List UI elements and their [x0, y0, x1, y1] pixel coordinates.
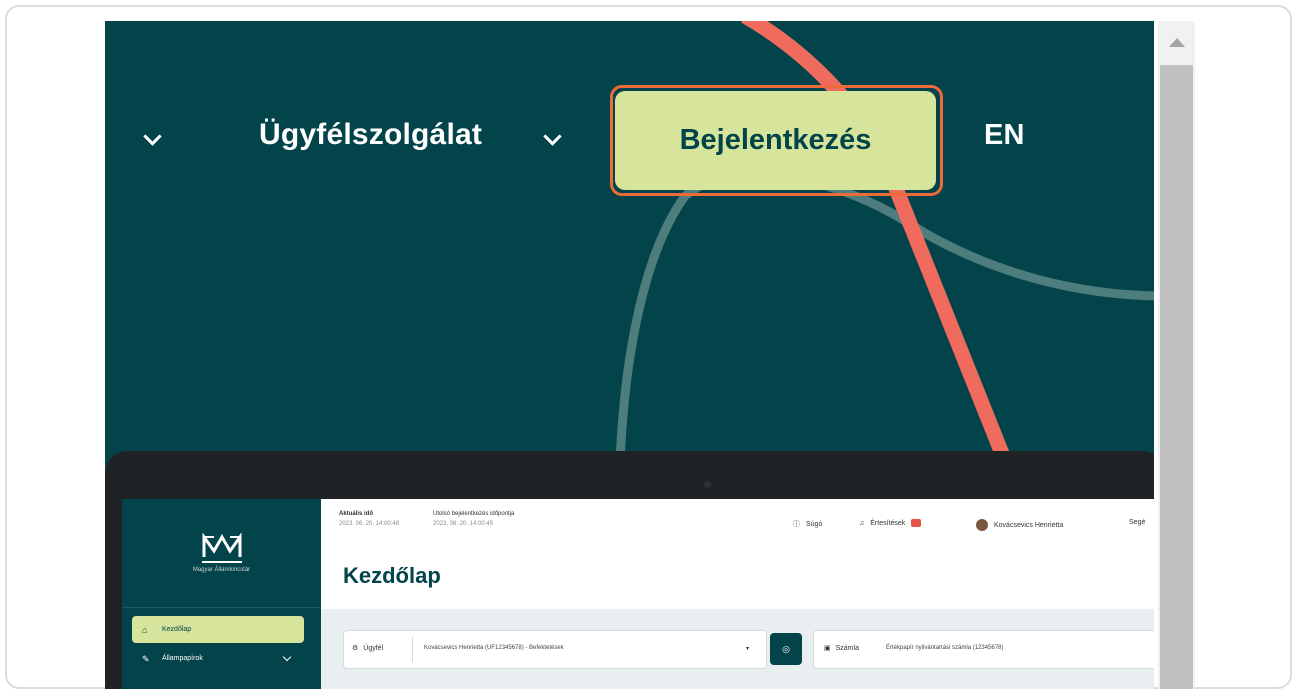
user-name: Kovácsevics Henrietta	[994, 521, 1064, 529]
client-go-button[interactable]: ◎	[770, 633, 802, 665]
nav-item-customer-service[interactable]: Ügyfélszolgálat	[259, 118, 482, 152]
wallet-icon: ▣	[824, 645, 831, 652]
notifications-label: Értesítések	[870, 519, 906, 527]
client-label-text: Ügyfél	[363, 644, 384, 652]
search-icon: ◎	[782, 643, 790, 654]
chevron-down-icon: ▾	[746, 646, 750, 652]
logo-underline	[201, 560, 242, 563]
client-select[interactable]: ⚙ Ügyfél Kovácsevics Henrietta (UF123456…	[343, 630, 767, 669]
client-value: Kovácsevics Henrietta (UF12345678) - Bef…	[424, 645, 564, 651]
notification-badge	[911, 519, 922, 527]
client-label: ⚙ Ügyfél	[352, 644, 384, 653]
avatar	[976, 519, 988, 531]
sidebar-item-bonds[interactable]: ✎ Állampapírok	[132, 645, 304, 672]
laptop-camera	[704, 481, 711, 488]
app-sidebar: Magyar Államkincstár ⌂ Kezdőlap ✎ Államp…	[122, 499, 321, 689]
page-viewport: : Ügyfélszolgálat Bejelentkezés EN Magya…	[105, 21, 1154, 689]
account-select[interactable]: ▣ Számla Értékpapír nyilvántartási száml…	[813, 630, 1154, 669]
bell-icon: ♫	[859, 519, 865, 527]
help-link[interactable]: ⓘ Súgó	[793, 519, 822, 529]
account-label: ▣ Számla	[824, 644, 859, 653]
divider	[412, 637, 413, 662]
client-icon: ⚙	[352, 645, 359, 652]
teal-curve	[615, 170, 1154, 462]
scroll-thumb[interactable]	[1160, 65, 1193, 689]
arrow-up-icon	[1168, 37, 1185, 47]
last-login-value: 2023. 06. 20. 14:00:45	[433, 521, 494, 527]
logo-icon	[202, 532, 241, 557]
filter-row: ⚙ Ügyfél Kovácsevics Henrietta (UF123456…	[343, 630, 1154, 670]
app-logo: Magyar Államkincstár	[122, 499, 321, 608]
current-time-value: 2023. 06. 20. 14:00:48	[339, 521, 400, 527]
scroll-up-button[interactable]	[1158, 21, 1195, 63]
account-label-text: Számla	[835, 644, 859, 652]
last-login-label: Utolsó bejelentkezés időpontja	[433, 511, 515, 517]
sidebar-item-home[interactable]: ⌂ Kezdőlap	[132, 616, 304, 643]
header-extra-label: Segé	[1129, 519, 1146, 526]
home-icon: ⌂	[142, 624, 148, 635]
language-switch[interactable]: EN	[984, 119, 1025, 152]
notifications-link[interactable]: ♫ Értesítések	[859, 519, 922, 527]
vertical-scrollbar[interactable]	[1158, 21, 1195, 689]
app-screenshot: Magyar Államkincstár ⌂ Kezdőlap ✎ Államp…	[122, 499, 1154, 689]
bonds-icon: ✎	[142, 653, 150, 664]
app-title-bar: Kezdőlap	[321, 547, 1154, 609]
app-header: Aktuális idő 2023. 06. 20. 14:00:48 Utol…	[321, 499, 1154, 548]
user-menu[interactable]: Kovácsevics Henrietta	[976, 519, 1063, 531]
nav-item-partial[interactable]: :	[105, 118, 107, 152]
chevron-down-icon	[282, 652, 292, 662]
account-value: Értékpapír nyilvántartási számla (123456…	[886, 645, 1004, 651]
current-time-label: Aktuális idő	[339, 511, 374, 517]
logo-text: Magyar Államkincstár	[192, 566, 251, 573]
login-button[interactable]: Bejelentkezés	[615, 91, 936, 190]
sidebar-item-label: Kezdőlap	[162, 626, 192, 633]
help-label: Súgó	[806, 520, 823, 528]
header-extra-link[interactable]: Segé	[1129, 519, 1145, 526]
sidebar-item-label: Állampapírok	[162, 655, 203, 662]
page-title: Kezdőlap	[343, 563, 441, 588]
help-icon: ⓘ	[793, 521, 800, 528]
